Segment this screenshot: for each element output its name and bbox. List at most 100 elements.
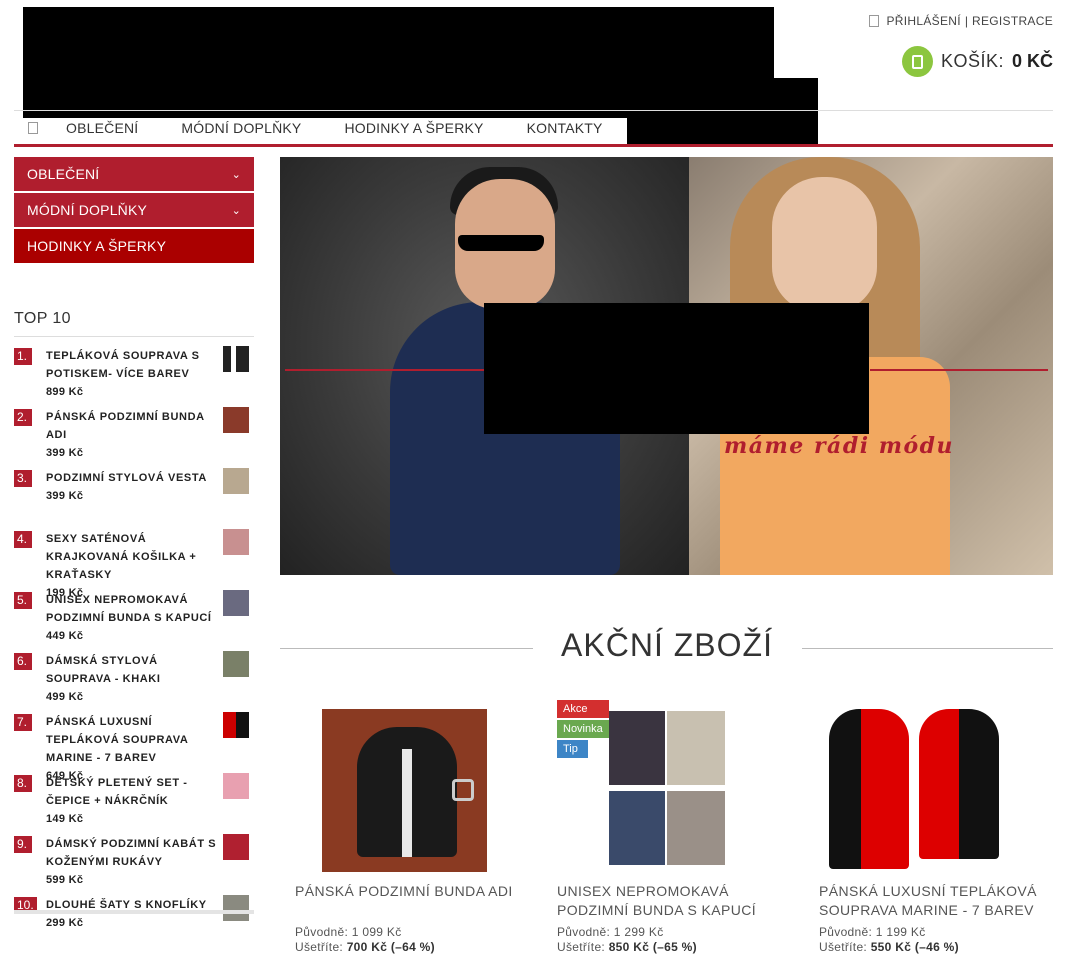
original-price-value: 1 099 Kč: [351, 925, 402, 939]
category-obleceni[interactable]: OBLEČENÍ ⌄: [14, 157, 254, 191]
product-flags: Akce Novinka Tip: [557, 700, 609, 758]
original-price-value: 1 299 Kč: [613, 925, 664, 939]
rank-badge: 8.: [14, 775, 32, 792]
cart-label: KOŠÍK:: [940, 51, 1004, 71]
savings-percent: (–65 %): [652, 940, 697, 954]
list-item[interactable]: 1. TEPLÁKOVÁ SOUPRAVA S POTISKEM- VÍCE B…: [14, 346, 254, 407]
banner-line-right: [870, 369, 1048, 371]
cart-icon[interactable]: [901, 46, 933, 77]
list-item[interactable]: 6. DÁMSKÁ STYLOVÁ SOUPRAVA - KHAKI 499 Kč: [14, 651, 254, 712]
item-price: 449 Kč: [46, 630, 84, 642]
top10-list: 1. TEPLÁKOVÁ SOUPRAVA S POTISKEM- VÍCE B…: [14, 346, 254, 956]
nav-item-hodinky-a-sperky[interactable]: HODINKY A ŠPERKY: [344, 120, 483, 136]
register-link[interactable]: REGISTRACE: [972, 14, 1053, 28]
product-name[interactable]: UNISEX NEPROMOKAVÁ PODZIMNÍ BUNDA S KAPU…: [557, 882, 797, 920]
list-item[interactable]: 9. DÁMSKÝ PODZIMNÍ KABÁT S KOŽENÝMI RUKÁ…: [14, 834, 254, 895]
rank-badge: 1.: [14, 348, 32, 365]
item-thumbnail[interactable]: [223, 346, 249, 372]
savings-label: Ušetříte:: [819, 940, 868, 954]
banner-line-left: [285, 369, 485, 371]
cart-summary[interactable]: KOŠÍK: 0 KČ: [901, 46, 1053, 77]
list-item[interactable]: 2. PÁNSKÁ PODZIMNÍ BUNDA ADI 399 Kč: [14, 407, 254, 468]
savings-value: 700 Kč: [346, 940, 388, 954]
item-name[interactable]: PÁNSKÁ PODZIMNÍ BUNDA ADI: [46, 411, 204, 441]
redacted-logo-extension: [627, 78, 818, 146]
product-image[interactable]: [607, 709, 772, 872]
product-name[interactable]: PÁNSKÁ PODZIMNÍ BUNDA ADI: [295, 882, 535, 901]
product-image[interactable]: [322, 709, 487, 872]
item-name[interactable]: PÁNSKÁ LUXUSNÍ TEPLÁKOVÁ SOUPRAVA MARINE…: [46, 716, 188, 764]
item-name[interactable]: DÁMSKÁ STYLOVÁ SOUPRAVA - KHAKI: [46, 655, 161, 685]
chevron-down-icon[interactable]: ⌄: [232, 168, 241, 181]
original-price: Původně: 1 199 Kč: [819, 925, 926, 939]
original-price-label: Původně:: [557, 925, 611, 939]
savings: Ušetříte: 850 Kč (–65 %): [557, 940, 697, 954]
section-title: AKČNÍ ZBOŽÍ: [561, 627, 773, 663]
header-divider: [14, 110, 1053, 111]
top10-title: TOP 10: [14, 310, 71, 327]
redacted-banner-logo: [484, 303, 869, 434]
savings-value: 850 Kč: [608, 940, 650, 954]
original-price-value: 1 199 Kč: [875, 925, 926, 939]
item-thumbnail[interactable]: [223, 529, 249, 555]
item-name[interactable]: TEPLÁKOVÁ SOUPRAVA S POTISKEM- VÍCE BARE…: [46, 350, 200, 380]
item-thumbnail[interactable]: [223, 468, 249, 494]
main-nav: OBLEČENÍ MÓDNÍ DOPLŇKY HODINKY A ŠPERKY …: [14, 112, 646, 144]
item-price: 899 Kč: [46, 386, 84, 398]
product-name[interactable]: PÁNSKÁ LUXUSNÍ TEPLÁKOVÁ SOUPRAVA MARINE…: [819, 882, 1059, 920]
home-icon[interactable]: [28, 122, 38, 134]
list-item[interactable]: 10. DLOUHÉ ŠATY S KNOFLÍKY 299 Kč: [14, 895, 254, 956]
category-label: HODINKY A ŠPERKY: [27, 238, 167, 254]
savings: Ušetříte: 550 Kč (–46 %): [819, 940, 959, 954]
product-image[interactable]: [819, 709, 1009, 872]
woman-face-shape: [772, 177, 877, 312]
item-thumbnail[interactable]: [223, 590, 249, 616]
item-thumbnail[interactable]: [223, 651, 249, 677]
item-price: 399 Kč: [46, 447, 84, 459]
item-name[interactable]: DÁMSKÝ PODZIMNÍ KABÁT S KOŽENÝMI RUKÁVY: [46, 838, 216, 868]
link-separator: |: [964, 14, 968, 28]
flag-akce: Akce: [557, 700, 609, 718]
category-modni-doplnky[interactable]: MÓDNÍ DOPLŇKY ⌄: [14, 193, 254, 227]
banner-slogan: máme rádi módu: [724, 433, 955, 459]
account-links: PŘIHLÁŠENÍ | REGISTRACE: [868, 14, 1054, 28]
item-price: 499 Kč: [46, 691, 84, 703]
original-price-label: Původně:: [295, 925, 349, 939]
savings-label: Ušetříte:: [557, 940, 606, 954]
list-item[interactable]: 7. PÁNSKÁ LUXUSNÍ TEPLÁKOVÁ SOUPRAVA MAR…: [14, 712, 254, 782]
section-line-left: [280, 648, 533, 649]
cart-amount: 0 KČ: [1011, 51, 1053, 71]
category-hodinky-a-sperky[interactable]: HODINKY A ŠPERKY: [14, 229, 254, 263]
nav-item-kontakty[interactable]: KONTAKTY: [527, 120, 603, 136]
item-thumbnail[interactable]: [223, 407, 249, 433]
list-item[interactable]: 5. UNISEX NEPROMOKAVÁ PODZIMNÍ BUNDA S K…: [14, 590, 254, 651]
savings-percent: (–64 %): [390, 940, 435, 954]
original-price: Původně: 1 299 Kč: [557, 925, 664, 939]
rank-badge: 5.: [14, 592, 32, 609]
item-name[interactable]: DĚTSKÝ PLETENÝ SET - ČEPICE + NÁKRČNÍK: [46, 777, 188, 807]
item-thumbnail[interactable]: [223, 895, 249, 921]
list-item[interactable]: 4. SEXY SATÉNOVÁ KRAJKOVANÁ KOŠILKA + KR…: [14, 529, 254, 599]
rank-badge: 7.: [14, 714, 32, 731]
nav-accent-rule: [14, 144, 1053, 147]
original-price: Původně: 1 099 Kč: [295, 925, 402, 939]
item-thumbnail[interactable]: [223, 773, 249, 799]
list-item[interactable]: 3. PODZIMNÍ STYLOVÁ VESTA 399 Kč: [14, 468, 254, 529]
item-thumbnail[interactable]: [223, 834, 249, 860]
list-item[interactable]: 8. DĚTSKÝ PLETENÝ SET - ČEPICE + NÁKRČNÍ…: [14, 773, 254, 834]
flag-tip: Tip: [557, 740, 588, 758]
login-link[interactable]: PŘIHLÁŠENÍ: [887, 14, 961, 28]
item-name[interactable]: PODZIMNÍ STYLOVÁ VESTA: [46, 472, 207, 484]
savings-percent: (–46 %): [914, 940, 959, 954]
nav-item-obleceni[interactable]: OBLEČENÍ: [66, 120, 138, 136]
chevron-down-icon[interactable]: ⌄: [232, 204, 241, 217]
rank-badge: 6.: [14, 653, 32, 670]
user-icon: [868, 15, 879, 27]
item-thumbnail[interactable]: [223, 712, 249, 738]
category-label: MÓDNÍ DOPLŇKY: [27, 202, 148, 218]
rank-badge: 4.: [14, 531, 32, 548]
item-name[interactable]: UNISEX NEPROMOKAVÁ PODZIMNÍ BUNDA S KAPU…: [46, 594, 212, 624]
item-name[interactable]: SEXY SATÉNOVÁ KRAJKOVANÁ KOŠILKA + KRAŤA…: [46, 533, 196, 581]
nav-item-modni-doplnky[interactable]: MÓDNÍ DOPLŇKY: [181, 120, 301, 136]
item-price: 399 Kč: [46, 490, 84, 502]
